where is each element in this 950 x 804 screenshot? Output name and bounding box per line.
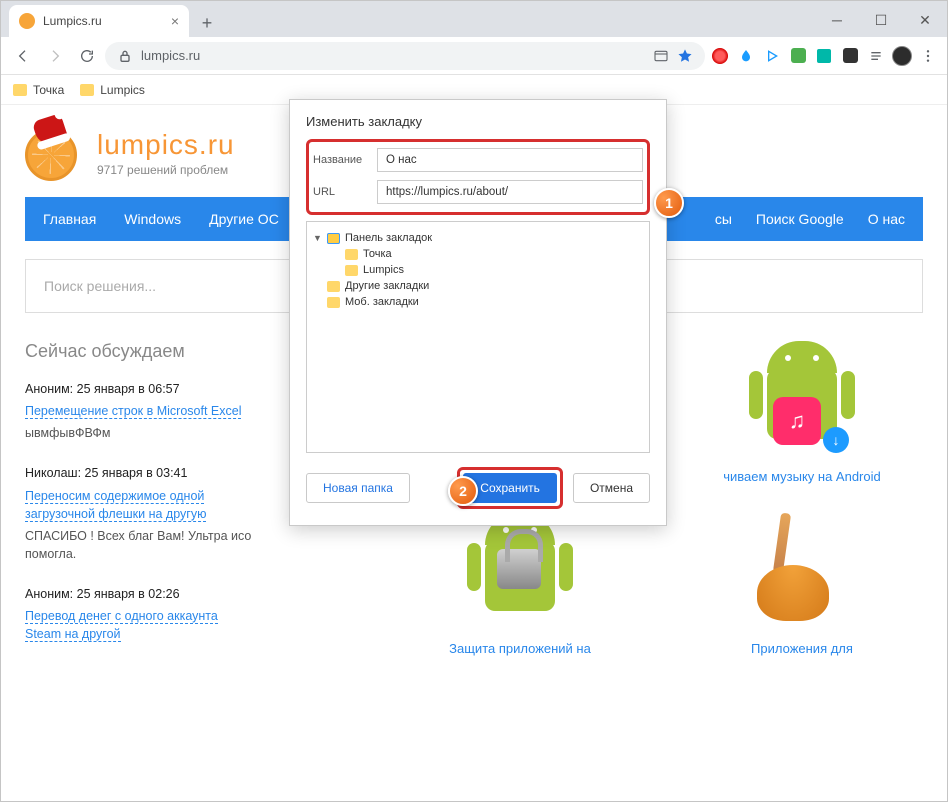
new-tab-button[interactable]: + <box>193 9 221 37</box>
minimize-button[interactable]: ─ <box>815 3 859 37</box>
secure-icon <box>117 48 133 64</box>
bookmark-folder[interactable]: Точка <box>13 83 64 97</box>
music-icon: ♫ <box>773 397 821 445</box>
address-bar[interactable]: lumpics.ru <box>105 42 705 70</box>
discuss-heading: Сейчас обсуждаем <box>25 341 255 362</box>
dots-vertical-icon <box>920 48 936 64</box>
bookmark-name-input[interactable] <box>377 148 643 172</box>
ext-green-icon[interactable] <box>787 45 809 67</box>
menu-button[interactable] <box>917 45 939 67</box>
nav-item[interactable]: О нас <box>868 211 905 227</box>
comment-link[interactable]: Переносим содержимое одной загрузочной ф… <box>25 489 206 522</box>
folder-icon <box>13 84 27 96</box>
close-window-button[interactable]: ✕ <box>903 3 947 37</box>
nav-item[interactable]: Главная <box>43 211 96 227</box>
title-bar: Lumpics.ru × + ─ ☐ ✕ <box>1 1 947 37</box>
article-card[interactable]: ♫↓ чиваем музыку на Android <box>681 341 923 493</box>
folder-icon <box>345 249 358 260</box>
reload-button[interactable] <box>73 42 101 70</box>
annotation-marker-2: 2 <box>448 476 478 506</box>
bookmark-folder[interactable]: Lumpics <box>80 83 145 97</box>
site-logo-icon <box>25 125 81 181</box>
article-card[interactable]: Защита приложений на <box>399 513 641 665</box>
comment-link[interactable]: Перевод денег с одного аккаунта Steam на… <box>25 609 218 642</box>
search-placeholder: Поиск решения... <box>44 278 156 294</box>
ext-opera-icon[interactable] <box>709 45 731 67</box>
folder-icon <box>327 297 340 308</box>
ext-teal-icon[interactable] <box>813 45 835 67</box>
list-icon <box>868 48 884 64</box>
comment-item: Николаш: 25 января в 03:41 Переносим сод… <box>25 464 255 563</box>
translate-icon[interactable] <box>653 48 669 64</box>
maximize-button[interactable]: ☐ <box>859 3 903 37</box>
url-label: URL <box>313 186 377 198</box>
site-title: lumpics.ru <box>97 129 235 161</box>
ext-list-icon[interactable] <box>865 45 887 67</box>
back-button[interactable] <box>9 42 37 70</box>
favicon-icon <box>19 13 35 29</box>
star-filled-icon[interactable] <box>677 48 693 64</box>
download-icon: ↓ <box>823 427 849 453</box>
lock-icon <box>497 549 541 589</box>
nav-item[interactable]: Поиск Google <box>756 211 844 227</box>
folder-icon <box>80 84 94 96</box>
dialog-title: Изменить закладку <box>306 114 650 129</box>
tab-title: Lumpics.ru <box>43 14 102 28</box>
arrow-right-icon <box>47 48 63 64</box>
folder-icon <box>345 265 358 276</box>
reload-icon <box>79 48 95 64</box>
comment-item: Аноним: 25 января в 02:26 Перевод денег … <box>25 585 255 643</box>
highlight-region-1: Название URL <box>306 139 650 215</box>
forward-button <box>41 42 69 70</box>
close-tab-icon[interactable]: × <box>171 13 179 29</box>
ext-drop-icon[interactable] <box>735 45 757 67</box>
edit-bookmark-dialog: Изменить закладку Название URL 1 ▼Панель… <box>289 99 667 526</box>
ext-play-icon[interactable] <box>761 45 783 67</box>
cancel-button[interactable]: Отмена <box>573 473 650 503</box>
name-label: Название <box>313 154 377 166</box>
browser-toolbar: lumpics.ru <box>1 37 947 75</box>
nav-item[interactable]: Другие ОС <box>209 211 279 227</box>
ext-dark-icon[interactable] <box>839 45 861 67</box>
bookmark-url-input[interactable] <box>377 180 643 204</box>
folder-tree[interactable]: ▼Панель закладок Точка Lumpics Другие за… <box>306 221 650 453</box>
new-folder-button[interactable]: Новая папка <box>306 473 410 503</box>
comment-link[interactable]: Перемещение строк в Microsoft Excel <box>25 404 241 419</box>
article-card[interactable]: Приложения для <box>681 513 923 665</box>
nav-item[interactable]: Windows <box>124 211 181 227</box>
nav-item[interactable]: сы <box>715 211 732 227</box>
comment-item: Аноним: 25 января в 06:57 Перемещение ст… <box>25 380 255 442</box>
folder-icon <box>327 233 340 244</box>
address-text: lumpics.ru <box>141 48 200 63</box>
folder-icon <box>327 281 340 292</box>
site-subtitle: 9717 решений проблем <box>97 163 235 177</box>
browser-tab[interactable]: Lumpics.ru × <box>9 5 189 37</box>
profile-avatar[interactable] <box>891 45 913 67</box>
annotation-marker-1: 1 <box>654 188 684 218</box>
arrow-left-icon <box>15 48 31 64</box>
